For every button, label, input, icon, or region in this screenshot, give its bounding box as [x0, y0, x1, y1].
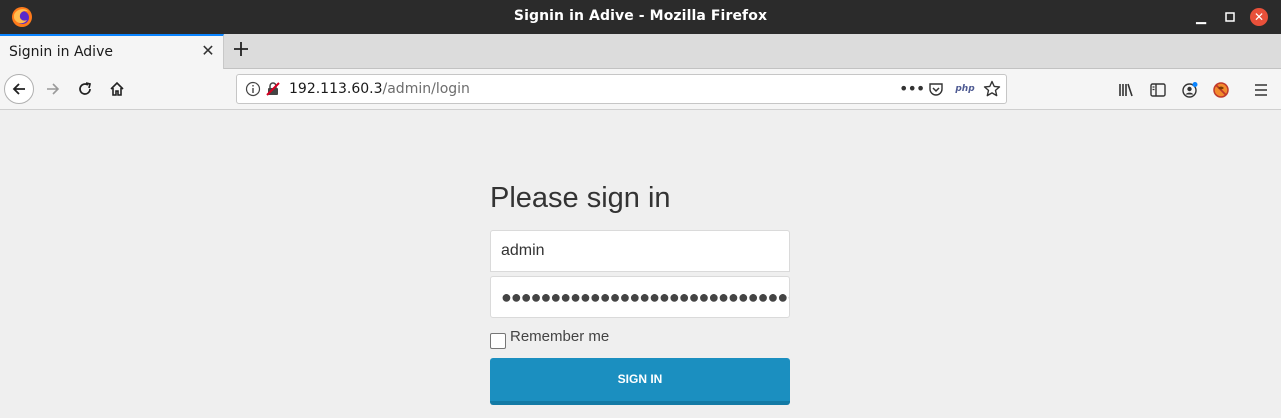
home-button[interactable] [102, 74, 132, 104]
extension-blocker-icon[interactable] [1212, 81, 1230, 99]
pocket-icon[interactable] [928, 81, 944, 97]
url-host: 192.113.60.3 [289, 81, 383, 97]
username-input[interactable] [490, 230, 790, 272]
tab-strip: Signin in Adive ✕ [0, 34, 1281, 69]
arrow-left-icon [12, 83, 25, 95]
php-extension-icon[interactable]: php [955, 81, 975, 97]
plus-icon [234, 42, 248, 56]
password-input[interactable]: ●●●●●●●●●●●●●●●●●●●●●●●●●●●●●●●● [490, 276, 790, 318]
url-path: /admin/login [382, 81, 470, 97]
sidebar-icon[interactable] [1149, 81, 1167, 99]
maximize-button[interactable] [1221, 8, 1239, 26]
reload-button[interactable] [70, 74, 100, 104]
info-icon[interactable] [245, 81, 261, 97]
bookmark-star-icon[interactable] [983, 80, 1001, 98]
page-title: Please sign in [490, 182, 671, 214]
remember-me-checkbox[interactable] [490, 333, 506, 349]
maximize-icon [1225, 12, 1235, 22]
back-button[interactable] [4, 74, 34, 104]
tab-close-icon[interactable]: ✕ [199, 42, 217, 60]
forward-button[interactable] [38, 74, 68, 104]
close-window-button[interactable]: ✕ [1250, 8, 1268, 26]
tab-signin-adive[interactable]: Signin in Adive ✕ [0, 34, 224, 69]
sign-in-button[interactable]: SIGN IN [490, 358, 790, 405]
close-icon: ✕ [1250, 8, 1268, 26]
signin-form: Please sign in ●●●●●●●●●●●●●●●●●●●●●●●●●… [490, 178, 790, 405]
home-icon [110, 81, 124, 96]
tab-title: Signin in Adive [9, 44, 113, 60]
reload-icon [79, 82, 92, 95]
page-content: Please sign in ●●●●●●●●●●●●●●●●●●●●●●●●●… [0, 110, 1281, 418]
library-icon[interactable] [1117, 81, 1135, 99]
minimize-icon: ▁ [1196, 9, 1206, 25]
insecure-lock-icon[interactable] [265, 81, 281, 97]
address-bar[interactable]: 192.113.60.3/admin/login ••• php [236, 74, 1007, 104]
hamburger-menu-icon[interactable] [1252, 81, 1270, 99]
remember-me-label[interactable]: Remember me [510, 328, 609, 345]
navigation-toolbar: 192.113.60.3/admin/login ••• php [0, 69, 1281, 110]
new-tab-button[interactable] [229, 38, 253, 64]
arrow-right-icon [47, 83, 60, 95]
url-text: 192.113.60.3/admin/login [289, 81, 470, 97]
minimize-button[interactable]: ▁ [1192, 8, 1210, 26]
page-actions-more-icon[interactable]: ••• [899, 80, 925, 98]
account-icon[interactable] [1181, 81, 1199, 99]
window-title: Signin in Adive - Mozilla Firefox [513, 8, 768, 24]
remember-me-row: Remember me [490, 328, 790, 349]
window-titlebar: Signin in Adive - Mozilla Firefox ▁ ✕ [0, 0, 1281, 34]
